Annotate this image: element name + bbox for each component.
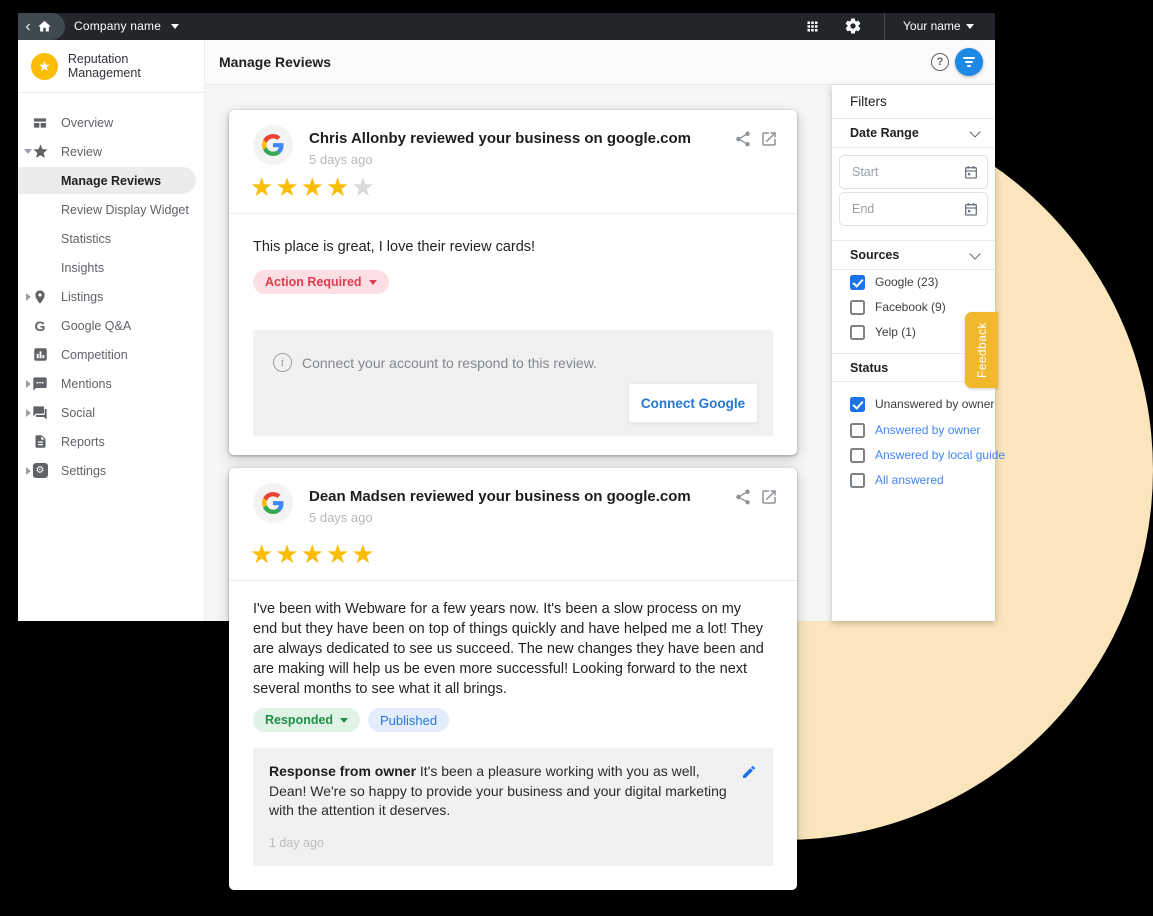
overview-icon [31, 114, 49, 132]
chevron-down-icon[interactable] [969, 126, 980, 137]
date-range-section-header[interactable]: Date Range [850, 126, 919, 140]
response-label: Response from owner [269, 763, 416, 779]
calendar-icon[interactable] [963, 201, 979, 217]
user-caret-icon[interactable] [966, 24, 974, 29]
sidebar-item-insights[interactable]: Insights [18, 253, 204, 282]
filter-fab-button[interactable] [955, 48, 983, 76]
owner-response-box: Response from owner It's been a pleasure… [253, 748, 773, 866]
review-timestamp: 5 days ago [309, 152, 373, 167]
back-chevron-icon[interactable] [21, 20, 35, 34]
open-in-new-icon[interactable] [760, 488, 778, 506]
review-timestamp: 5 days ago [309, 510, 373, 525]
status-section-header[interactable]: Status [850, 361, 888, 375]
star-rating: ★★★★★ [250, 174, 377, 200]
sidebar-item-settings[interactable]: ⚙ Settings [18, 456, 204, 485]
google-logo-avatar [253, 125, 293, 165]
checkbox-checked[interactable] [850, 397, 865, 412]
checkbox-unchecked[interactable] [850, 473, 865, 488]
status-filter-answered-by-owner[interactable]: Answered by owner [832, 422, 995, 438]
edit-pencil-icon[interactable] [741, 764, 757, 780]
share-icon[interactable] [734, 130, 752, 148]
checkbox-checked[interactable] [850, 275, 865, 290]
checkbox-unchecked[interactable] [850, 325, 865, 340]
info-icon: i [273, 353, 292, 372]
company-dropdown[interactable]: Company name [74, 13, 161, 40]
status-filter-unanswered-by-owner[interactable]: Unanswered by owner [832, 396, 995, 412]
calendar-icon[interactable] [963, 164, 979, 180]
sidebar-item-review[interactable]: Review [18, 137, 204, 166]
owner-response-text: Response from owner It's been a pleasure… [269, 762, 727, 821]
review-title: Dean Madsen reviewed your business on go… [309, 488, 691, 505]
checkbox-unchecked[interactable] [850, 448, 865, 463]
source-filter-google[interactable]: Google (23) [832, 274, 995, 290]
speech-bubble-icon [31, 375, 49, 393]
review-card: Chris Allonby reviewed your business on … [229, 110, 797, 455]
visibility-badge[interactable]: Published [368, 708, 449, 732]
apps-grid-icon[interactable] [805, 19, 820, 34]
review-title: Chris Allonby reviewed your business on … [309, 130, 691, 147]
card-divider [229, 213, 797, 214]
response-timestamp: 1 day ago [269, 836, 324, 850]
caret-down-icon [340, 718, 348, 723]
checkbox-unchecked[interactable] [850, 423, 865, 438]
chevron-down-icon[interactable] [969, 248, 980, 259]
sidebar-item-statistics[interactable]: Statistics [18, 224, 204, 253]
google-logo-avatar [253, 483, 293, 523]
connect-account-notice: i Connect your account to respond to thi… [253, 330, 773, 436]
connect-google-button[interactable]: Connect Google [628, 383, 758, 423]
connect-note-text: Connect your account to respond to this … [302, 355, 597, 371]
filters-title: Filters [850, 94, 887, 109]
sidebar-item-review-display-widget[interactable]: Review Display Widget [18, 195, 204, 224]
map-pin-icon [31, 288, 49, 306]
page-canvas: Company name Your name ★ Reputation Mana… [0, 0, 1153, 916]
settings-box-icon: ⚙ [31, 462, 49, 480]
google-g-icon: G [31, 317, 49, 335]
brand-star-logo: ★ [31, 53, 58, 80]
brand-header: ★ Reputation Management [18, 40, 204, 93]
share-icon[interactable] [734, 488, 752, 506]
sources-section-header[interactable]: Sources [850, 248, 899, 262]
document-icon [31, 433, 49, 451]
sidebar-item-competition[interactable]: Competition [18, 340, 204, 369]
sidebar-item-mentions[interactable]: Mentions [18, 369, 204, 398]
caret-down-icon [369, 280, 377, 285]
review-star-icon [31, 143, 49, 161]
company-caret-icon[interactable] [171, 24, 179, 29]
review-text: I've been with Webware for a few years n… [253, 599, 767, 699]
sidebar-item-listings[interactable]: Listings [18, 282, 204, 311]
review-text: This place is great, I love their review… [253, 239, 773, 255]
topbar-divider [884, 13, 885, 40]
sidebar: ★ Reputation Management Overview Review … [18, 40, 205, 621]
page-header: Manage Reviews ? [205, 40, 995, 85]
user-dropdown[interactable]: Your name [903, 13, 961, 40]
page-title: Manage Reviews [219, 40, 331, 85]
review-card: Dean Madsen reviewed your business on go… [229, 468, 797, 890]
sidebar-nav: Overview Review Manage Reviews Review Di… [18, 108, 204, 485]
settings-gear-icon[interactable] [844, 17, 862, 35]
checkbox-unchecked[interactable] [850, 300, 865, 315]
sidebar-item-manage-reviews[interactable]: Manage Reviews [18, 166, 204, 195]
home-icon[interactable] [37, 19, 52, 34]
card-divider [229, 580, 797, 581]
status-filter-all-answered[interactable]: All answered [832, 472, 995, 488]
star-rating: ★★★★★ [250, 541, 377, 567]
status-filter-answered-by-local-guide[interactable]: Answered by local guide [832, 447, 995, 463]
sidebar-item-google-qa[interactable]: G Google Q&A [18, 311, 204, 340]
top-bar: Company name Your name [18, 13, 995, 40]
help-icon[interactable]: ? [931, 53, 949, 71]
bar-chart-icon [31, 346, 49, 364]
status-badge-dropdown[interactable]: Action Required [253, 270, 389, 294]
open-in-new-icon[interactable] [760, 130, 778, 148]
sidebar-item-overview[interactable]: Overview [18, 108, 204, 137]
brand-name: Reputation Management [68, 52, 204, 80]
home-nav-pill[interactable] [18, 13, 65, 40]
sidebar-item-reports[interactable]: Reports [18, 427, 204, 456]
status-badge-dropdown[interactable]: Responded [253, 708, 360, 732]
chat-bubbles-icon [31, 404, 49, 422]
feedback-tab[interactable]: Feedback [965, 312, 998, 388]
sidebar-item-social[interactable]: Social [18, 398, 204, 427]
